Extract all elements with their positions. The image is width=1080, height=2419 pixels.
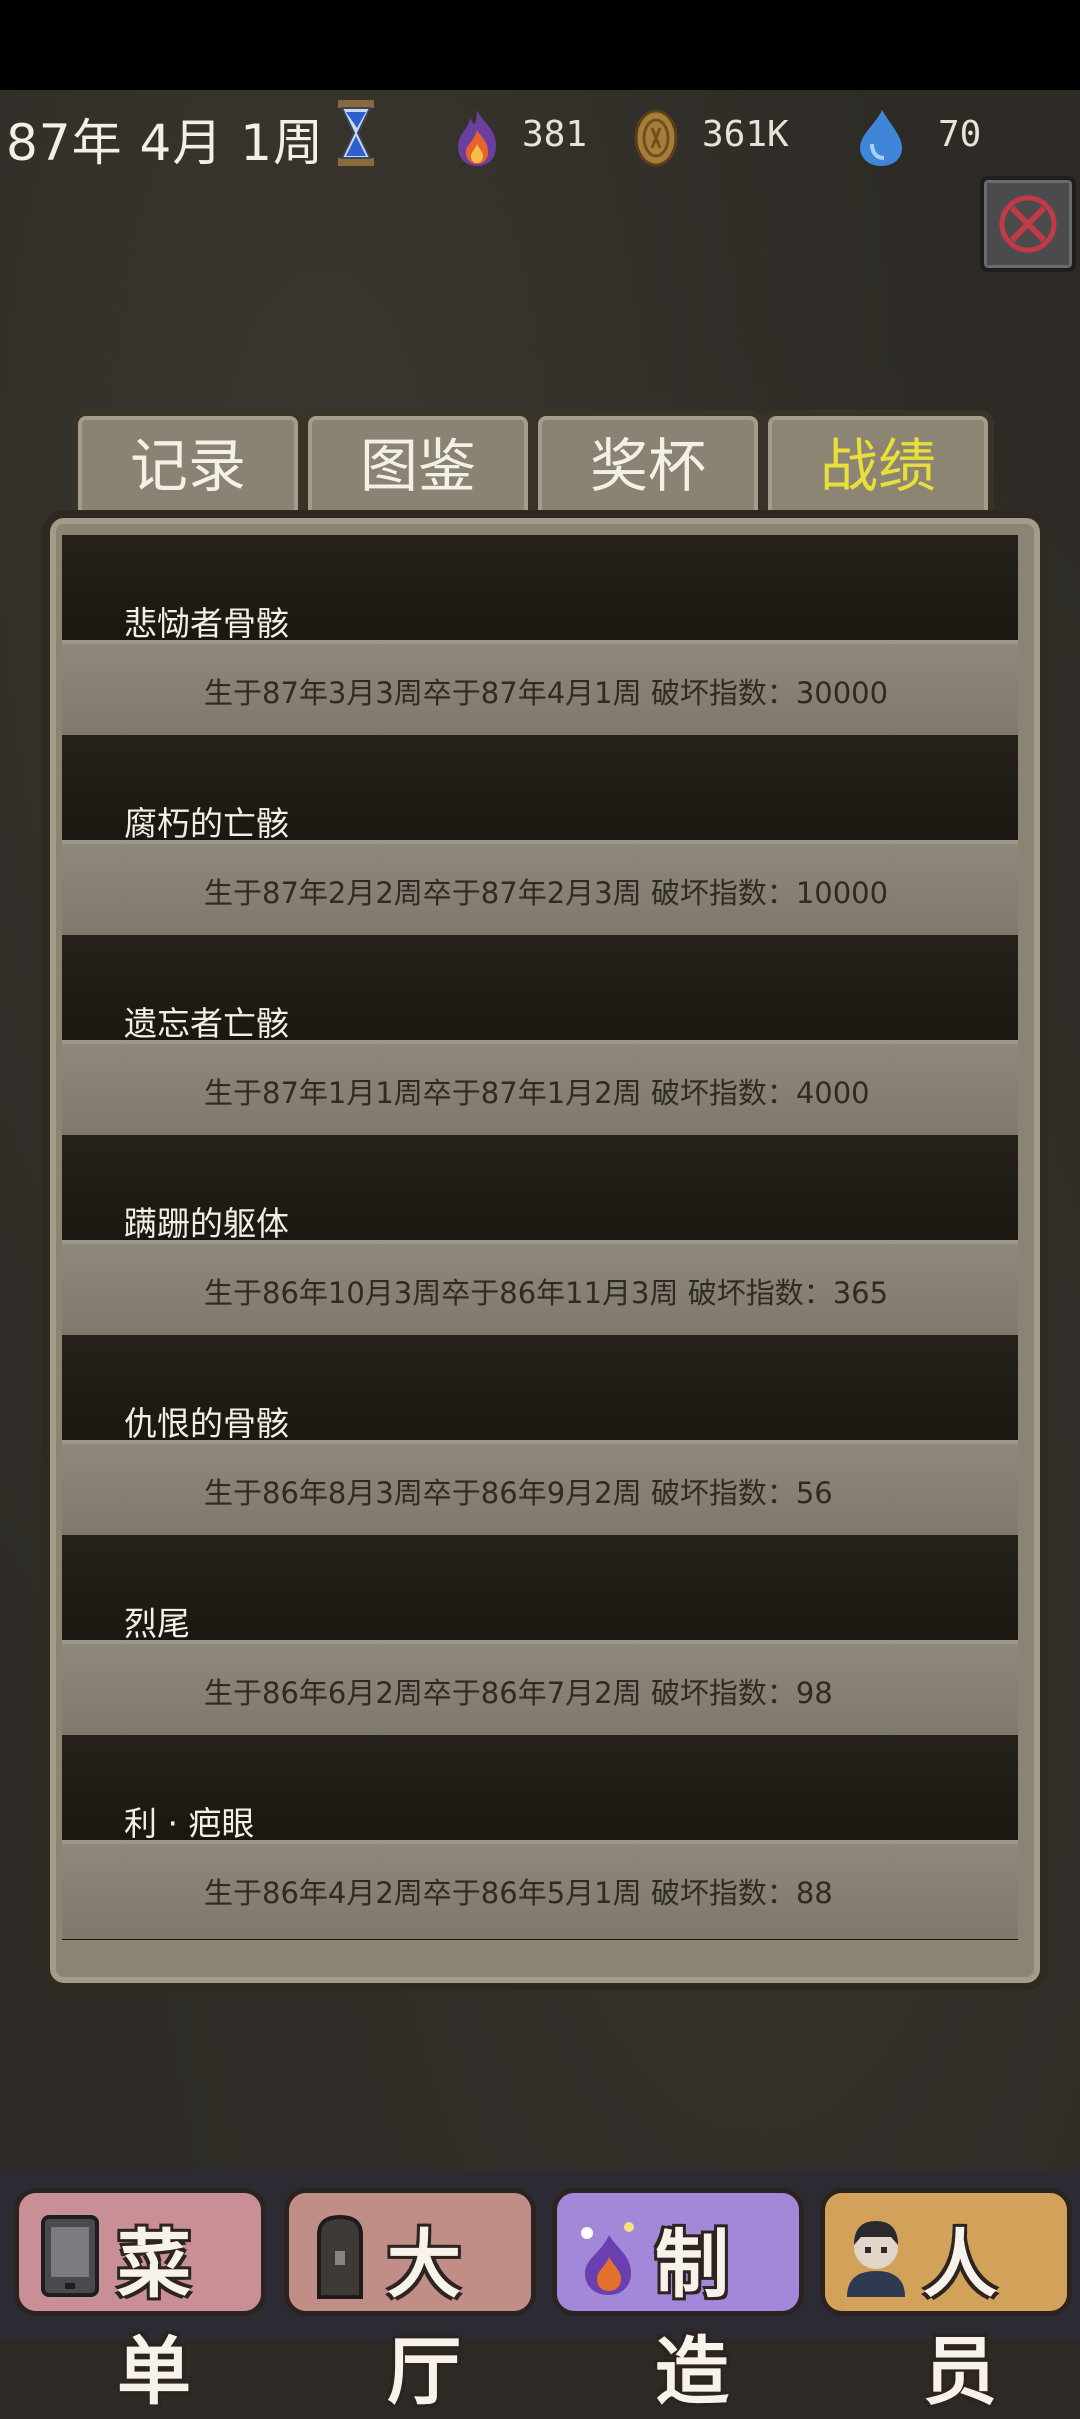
list-item[interactable]: 烈尾 生于86年6月2周卒于86年7月2周 破坏指数：98 [62, 1535, 1018, 1739]
entry-info-bar: 生于86年10月3周卒于86年11月3周 破坏指数：365 [62, 1240, 1018, 1339]
tab-battle-record[interactable]: 战绩 [762, 410, 994, 516]
list-item[interactable]: 悲恸者骨骸 生于87年3月3周卒于87年4月1周 破坏指数：30000 [62, 535, 1018, 739]
battle-record-list[interactable]: 悲恸者骨骸 生于87年3月3周卒于87年4月1周 破坏指数：30000 腐朽的亡… [62, 535, 1018, 1940]
entry-name: 遗忘者亡骸 [124, 1004, 289, 1043]
tab-codex[interactable]: 图鉴 [302, 410, 534, 516]
list-item[interactable]: 遗忘者亡骸 生于87年1月1周卒于87年1月2周 破坏指数：4000 [62, 935, 1018, 1139]
nav-hall-label: 大厅 [387, 2222, 461, 2415]
close-button[interactable] [980, 176, 1076, 272]
water-value: 70 [938, 114, 982, 155]
nav-menu-label: 菜单 [117, 2222, 191, 2415]
list-item[interactable]: 蹒跚的躯体 生于86年10月3周卒于86年11月3周 破坏指数：365 [62, 1135, 1018, 1339]
nav-hall-button[interactable]: 大厅 [284, 2188, 536, 2415]
door-icon [317, 2214, 363, 2299]
coin-icon [634, 109, 678, 167]
tab-trophies[interactable]: 奖杯 [532, 410, 764, 516]
entry-info-bar: 生于86年6月2周卒于86年7月2周 破坏指数：98 [62, 1640, 1018, 1739]
entry-info-bar: 生于86年4月2周卒于86年5月1周 破坏指数：88 [62, 1840, 1018, 1939]
list-item[interactable]: 腐朽的亡骸 生于87年2月2周卒于87年2月3周 破坏指数：10000 [62, 735, 1018, 939]
entry-name: 腐朽的亡骸 [124, 804, 289, 843]
water-resource: 70 [856, 108, 996, 168]
game-date: 87年 4月 1周 [6, 114, 325, 172]
list-item[interactable]: 仇恨的骨骸 生于86年8月3周卒于86年9月2周 破坏指数：56 [62, 1335, 1018, 1539]
person-avatar-icon [847, 2221, 905, 2297]
hourglass-icon[interactable] [336, 98, 376, 168]
magic-flame-icon [581, 2222, 634, 2295]
coin-value: 361K [702, 114, 789, 155]
entry-info-bar: 生于87年3月3周卒于87年4月1周 破坏指数：30000 [62, 640, 1018, 739]
flame-icon [458, 110, 496, 166]
tablet-icon [41, 2215, 99, 2297]
flame-value: 381 [522, 114, 588, 155]
entry-name: 仇恨的骨骸 [124, 1404, 289, 1443]
entry-info-bar: 生于87年2月2周卒于87年2月3周 破坏指数：10000 [62, 840, 1018, 939]
entry-info: 生于86年6月2周卒于86年7月2周 破坏指数：98 [204, 1676, 833, 1710]
water-drop-icon [860, 110, 902, 166]
entry-info: 生于87年2月2周卒于87年2月3周 破坏指数：10000 [204, 876, 889, 910]
nav-craft-label: 制造 [655, 2222, 729, 2415]
tab-records[interactable]: 记录 [72, 410, 304, 516]
nav-craft-button[interactable]: 制造 [552, 2188, 804, 2415]
entry-info-bar: 生于87年1月1周卒于87年1月2周 破坏指数：4000 [62, 1040, 1018, 1139]
entry-name: 利 · 疤眼 [124, 1804, 255, 1843]
flame-resource: 381 [452, 108, 602, 168]
nav-staff-label: 人员 [923, 2222, 997, 2415]
entry-info-bar: 生于86年8月3周卒于86年9月2周 破坏指数：56 [62, 1440, 1018, 1539]
entry-info: 生于86年10月3周卒于86年11月3周 破坏指数：365 [204, 1276, 889, 1310]
nav-menu-button[interactable]: 菜单 [14, 2188, 266, 2415]
entry-info: 生于86年4月2周卒于86年5月1周 破坏指数：88 [204, 1876, 833, 1910]
entry-name: 烈尾 [124, 1604, 190, 1643]
nav-staff-button[interactable]: 人员 [820, 2188, 1072, 2415]
status-bar [0, 0, 1080, 90]
entry-name: 悲恸者骨骸 [124, 604, 289, 643]
entry-header [62, 1535, 1018, 1640]
list-item[interactable]: 利 · 疤眼 生于86年4月2周卒于86年5月1周 破坏指数：88 [62, 1735, 1018, 1939]
entry-info: 生于87年3月3周卒于87年4月1周 破坏指数：30000 [204, 676, 889, 710]
coin-resource: 361K [632, 108, 812, 168]
entry-name: 蹒跚的躯体 [124, 1204, 289, 1243]
close-icon [999, 195, 1057, 253]
entry-info: 生于87年1月1周卒于87年1月2周 破坏指数：4000 [204, 1076, 870, 1110]
entry-info: 生于86年8月3周卒于86年9月2周 破坏指数：56 [204, 1476, 833, 1510]
